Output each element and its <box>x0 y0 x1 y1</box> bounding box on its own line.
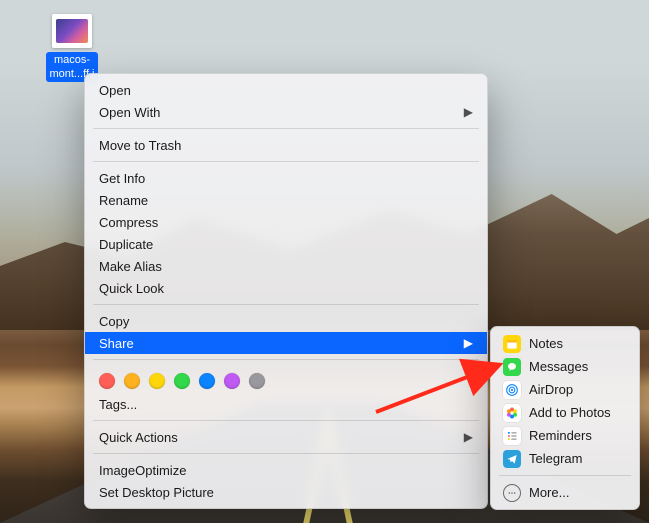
share-more[interactable]: More... <box>491 481 639 504</box>
menu-move-to-trash[interactable]: Move to Trash <box>85 134 487 156</box>
share-airdrop[interactable]: AirDrop <box>491 378 639 401</box>
menu-open-with[interactable]: Open With ▶ <box>85 101 487 123</box>
menu-open[interactable]: Open <box>85 79 487 101</box>
share-item-label: Messages <box>529 359 588 374</box>
menu-separator <box>499 475 631 476</box>
messages-app-icon <box>503 358 521 376</box>
share-reminders[interactable]: Reminders <box>491 424 639 447</box>
menu-quick-actions[interactable]: Quick Actions ▶ <box>85 426 487 448</box>
airdrop-icon <box>503 381 521 399</box>
menu-compress[interactable]: Compress <box>85 211 487 233</box>
menu-copy[interactable]: Copy <box>85 310 487 332</box>
tag-red[interactable] <box>99 373 115 389</box>
menu-separator <box>93 304 479 305</box>
menu-separator <box>93 420 479 421</box>
menu-separator <box>93 128 479 129</box>
tag-orange[interactable] <box>124 373 140 389</box>
tag-yellow[interactable] <box>149 373 165 389</box>
chevron-right-icon: ▶ <box>464 430 473 444</box>
menu-separator <box>93 161 479 162</box>
file-thumbnail-image <box>56 19 88 43</box>
notes-app-icon <box>503 335 521 353</box>
share-notes[interactable]: Notes <box>491 332 639 355</box>
menu-tags[interactable]: Tags... <box>85 393 487 415</box>
menu-separator <box>93 359 479 360</box>
share-item-label: Notes <box>529 336 563 351</box>
menu-get-info[interactable]: Get Info <box>85 167 487 189</box>
share-submenu: Notes Messages AirDrop Add to Photos <box>490 326 640 510</box>
menu-quick-look[interactable]: Quick Look <box>85 277 487 299</box>
share-item-label: More... <box>529 485 569 500</box>
menu-make-alias[interactable]: Make Alias <box>85 255 487 277</box>
menu-duplicate[interactable]: Duplicate <box>85 233 487 255</box>
telegram-app-icon <box>503 450 521 468</box>
tag-gray[interactable] <box>249 373 265 389</box>
ellipsis-icon <box>503 484 521 502</box>
desktop-file[interactable]: macos-mont...ff.j <box>38 14 106 82</box>
tag-purple[interactable] <box>224 373 240 389</box>
menu-tags-colors <box>85 365 487 393</box>
reminders-app-icon <box>503 427 521 445</box>
context-menu: Open Open With ▶ Move to Trash Get Info … <box>84 73 488 509</box>
share-item-label: Telegram <box>529 451 582 466</box>
share-item-label: AirDrop <box>529 382 573 397</box>
tag-green[interactable] <box>174 373 190 389</box>
menu-share[interactable]: Share ▶ <box>85 332 487 354</box>
tag-blue[interactable] <box>199 373 215 389</box>
menu-image-optimize[interactable]: ImageOptimize <box>85 459 487 481</box>
chevron-right-icon: ▶ <box>464 105 473 119</box>
share-add-to-photos[interactable]: Add to Photos <box>491 401 639 424</box>
share-messages[interactable]: Messages <box>491 355 639 378</box>
file-thumbnail <box>52 14 92 48</box>
share-item-label: Add to Photos <box>529 405 611 420</box>
chevron-right-icon: ▶ <box>464 336 473 350</box>
menu-set-desktop-picture[interactable]: Set Desktop Picture <box>85 481 487 503</box>
share-item-label: Reminders <box>529 428 592 443</box>
share-telegram[interactable]: Telegram <box>491 447 639 470</box>
menu-rename[interactable]: Rename <box>85 189 487 211</box>
menu-separator <box>93 453 479 454</box>
desktop[interactable]: macos-mont...ff.j Open Open With ▶ Move … <box>0 0 649 523</box>
photos-app-icon <box>503 404 521 422</box>
